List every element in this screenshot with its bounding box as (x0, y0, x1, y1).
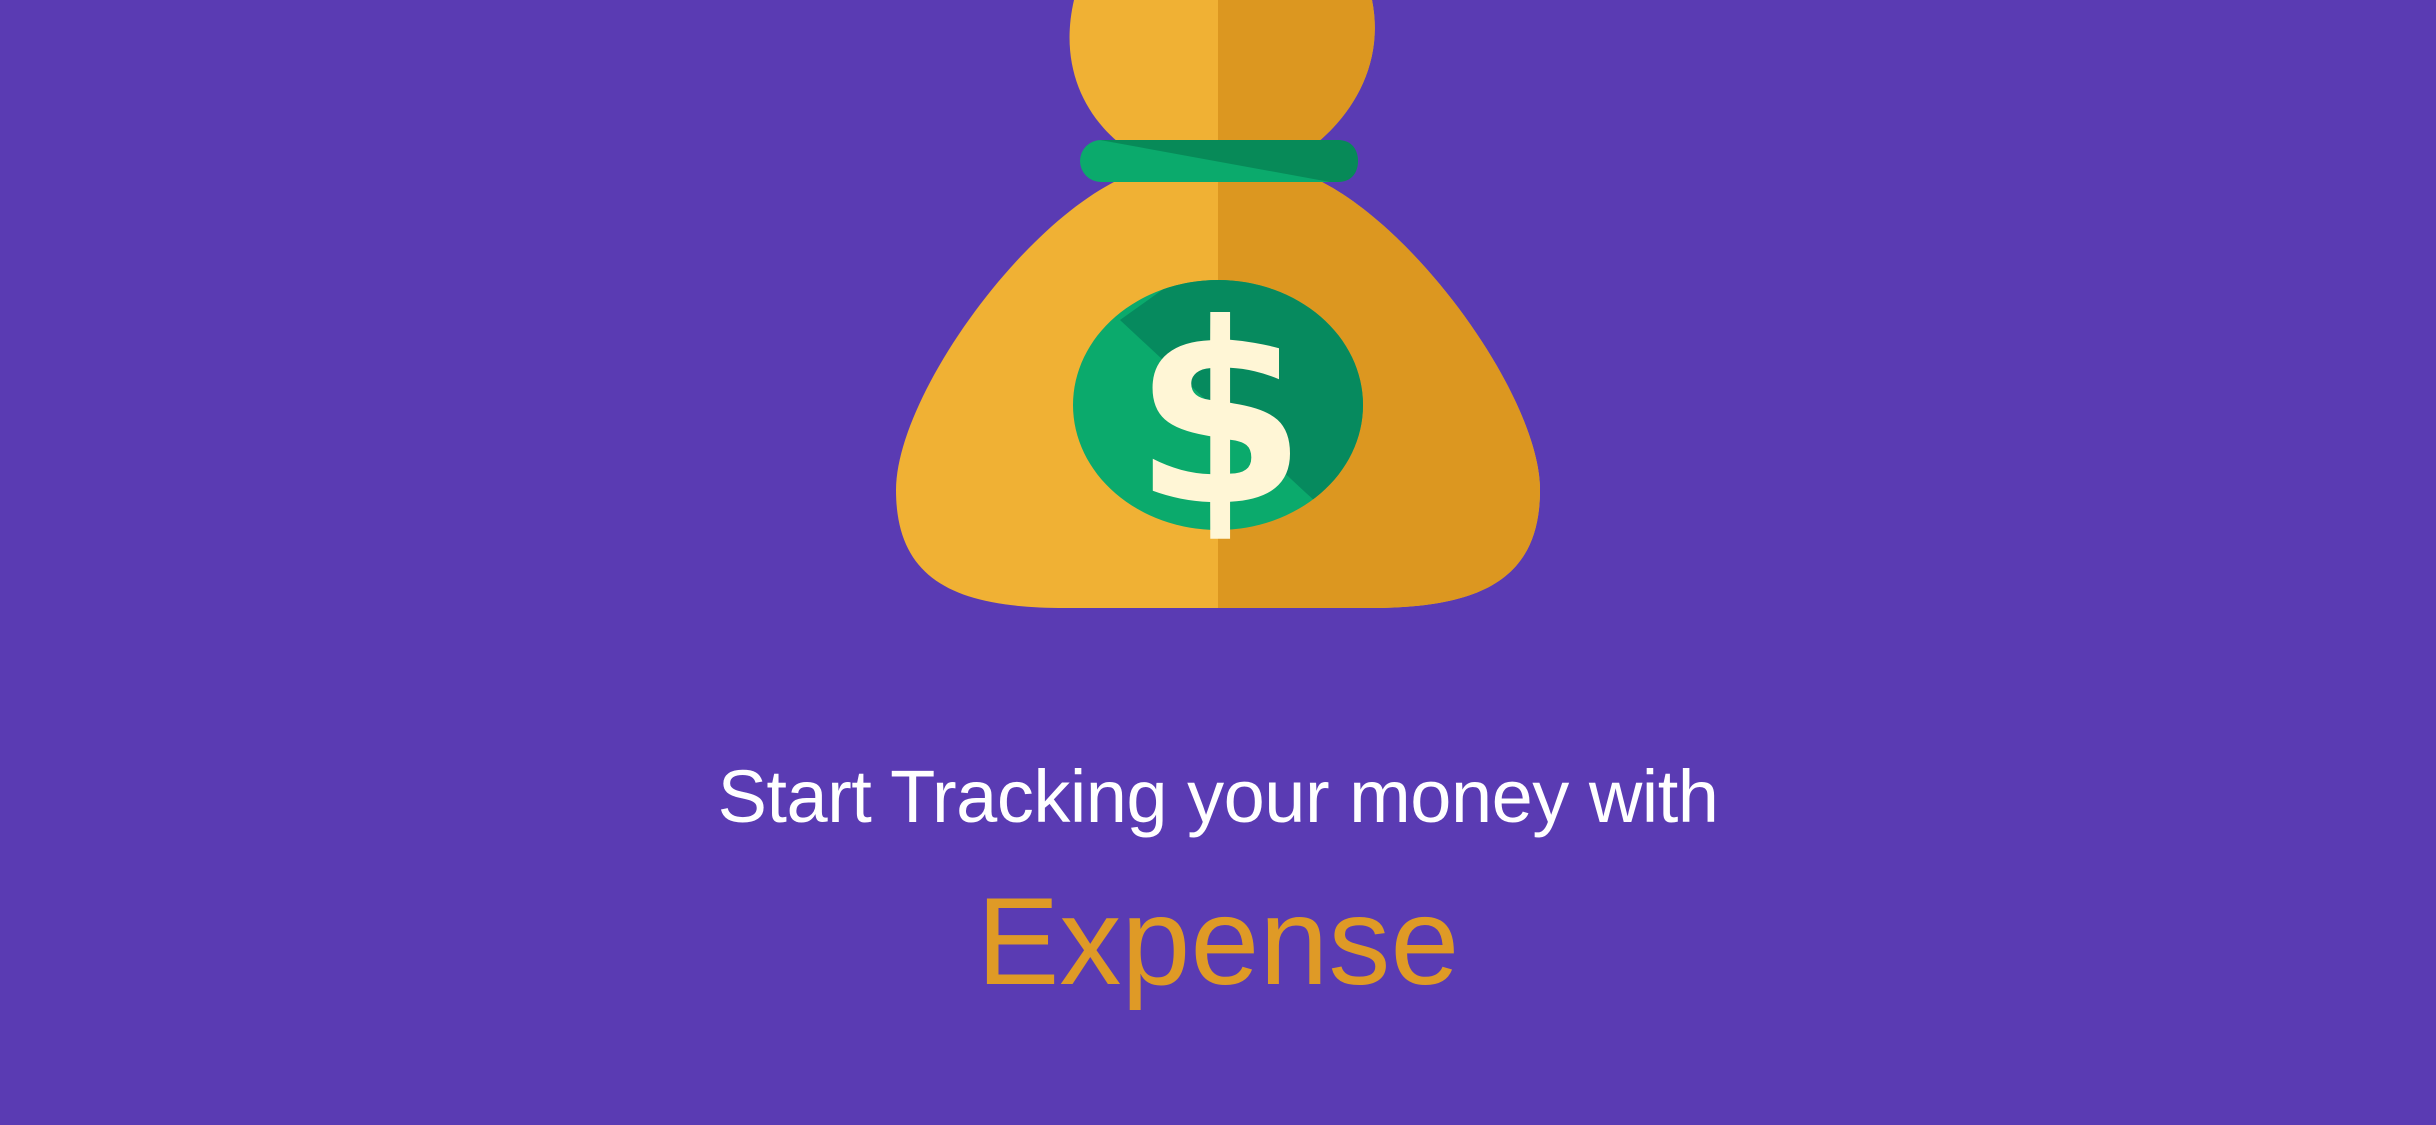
money-bag-illustration: $ (860, 0, 1580, 640)
welcome-screen: $ Start Tracking your money with Expense (0, 0, 2436, 1125)
dollar-symbol: $ (1133, 270, 1307, 561)
app-name: Expense (976, 873, 1460, 1011)
money-bag-icon: $ (896, 0, 1540, 608)
welcome-tagline: Start Tracking your money with (717, 755, 1719, 838)
